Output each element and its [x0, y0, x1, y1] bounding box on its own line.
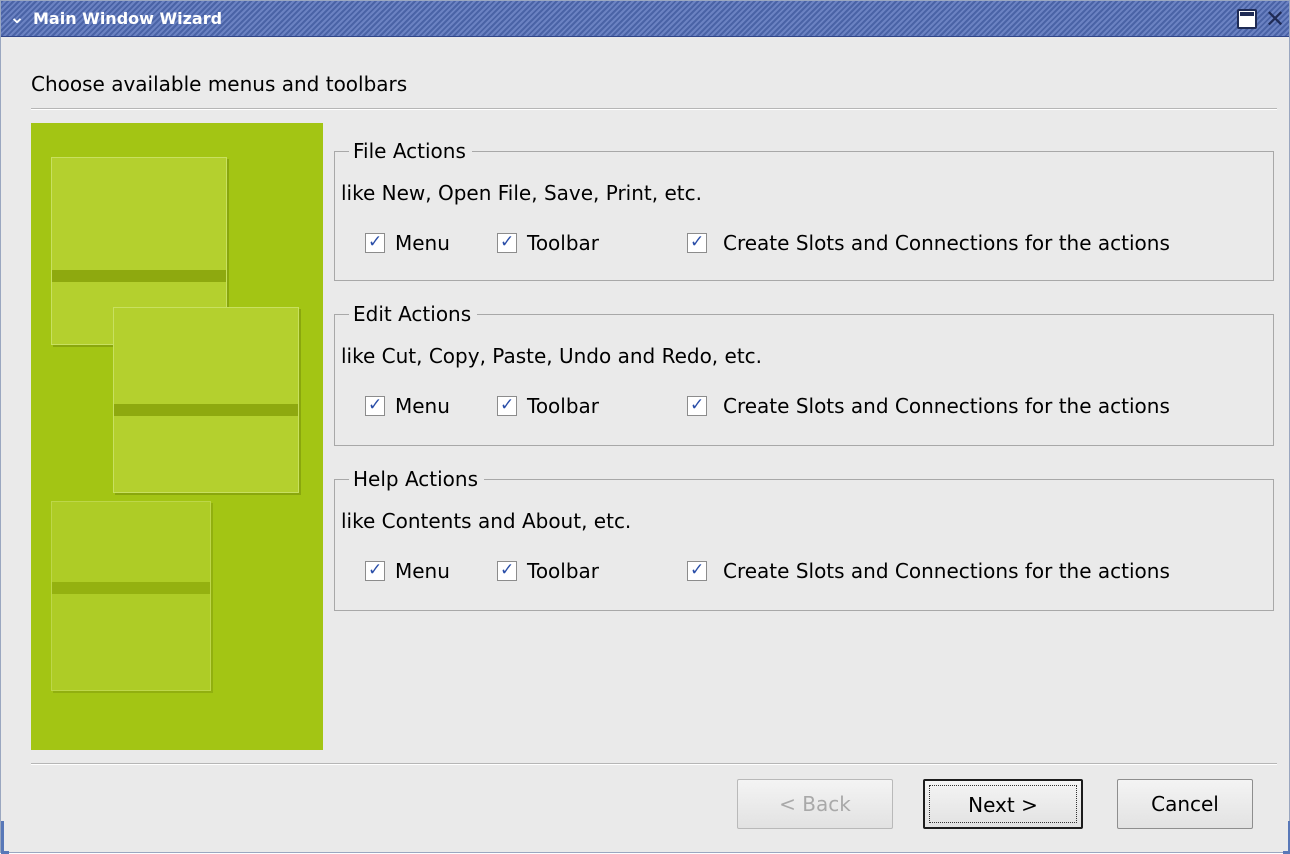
window-corner-left [1, 821, 9, 854]
illustration-menu-faded [51, 501, 211, 691]
group-description: like New, Open File, Save, Print, etc. [341, 181, 702, 205]
page-heading: Choose available menus and toolbars [31, 72, 408, 96]
checkbox-label: Toolbar [527, 394, 600, 418]
checkbox-checked-icon[interactable] [497, 395, 517, 416]
group-help-actions: Help Actions like Contents and About, et… [334, 464, 1274, 611]
checkbox-checked-icon[interactable] [497, 232, 517, 253]
checkbox-checked-icon[interactable] [687, 560, 707, 581]
window-corner-right [1283, 821, 1290, 854]
checkbox-label: Menu [395, 231, 450, 255]
group-title: Edit Actions [349, 299, 478, 329]
next-button[interactable]: Next > [923, 779, 1083, 829]
checkbox-checked-icon[interactable] [497, 560, 517, 581]
group-description: like Cut, Copy, Paste, Undo and Redo, et… [341, 344, 763, 368]
top-divider [31, 108, 1277, 110]
checkbox-checked-icon[interactable] [687, 395, 707, 416]
group-title: Help Actions [349, 464, 485, 494]
back-button[interactable]: < Back [737, 779, 893, 829]
group-edit-actions: Edit Actions like Cut, Copy, Paste, Undo… [334, 299, 1274, 446]
group-file-actions: File Actions like New, Open File, Save, … [334, 136, 1274, 281]
checkbox-label: Toolbar [527, 559, 600, 583]
group-description: like Contents and About, etc. [341, 509, 632, 533]
checkbox-label: Create Slots and Connections for the act… [723, 559, 1170, 583]
group-title: File Actions [349, 136, 472, 166]
cancel-button[interactable]: Cancel [1117, 779, 1253, 829]
illustration-menu-edit [113, 307, 299, 493]
checkbox-checked-icon[interactable] [365, 232, 385, 253]
close-icon[interactable]: ✕ [1263, 7, 1287, 31]
checkbox-label: Menu [395, 394, 450, 418]
checkbox-label: Create Slots and Connections for the act… [723, 394, 1170, 418]
window-title: Main Window Wizard [33, 9, 223, 28]
side-illustration [31, 123, 323, 750]
chevron-down-icon[interactable]: ⌄ [7, 8, 27, 28]
checkbox-checked-icon[interactable] [365, 560, 385, 581]
maximize-icon[interactable] [1237, 9, 1257, 29]
checkbox-label: Toolbar [527, 231, 600, 255]
checkbox-label: Create Slots and Connections for the act… [723, 231, 1170, 255]
title-bar[interactable]: ⌄ Main Window Wizard ✕ [1, 1, 1289, 37]
checkbox-checked-icon[interactable] [365, 395, 385, 416]
wizard-window: ⌄ Main Window Wizard ✕ Choose available … [0, 0, 1290, 854]
bottom-divider [31, 763, 1277, 765]
checkbox-checked-icon[interactable] [687, 232, 707, 253]
checkbox-label: Menu [395, 559, 450, 583]
